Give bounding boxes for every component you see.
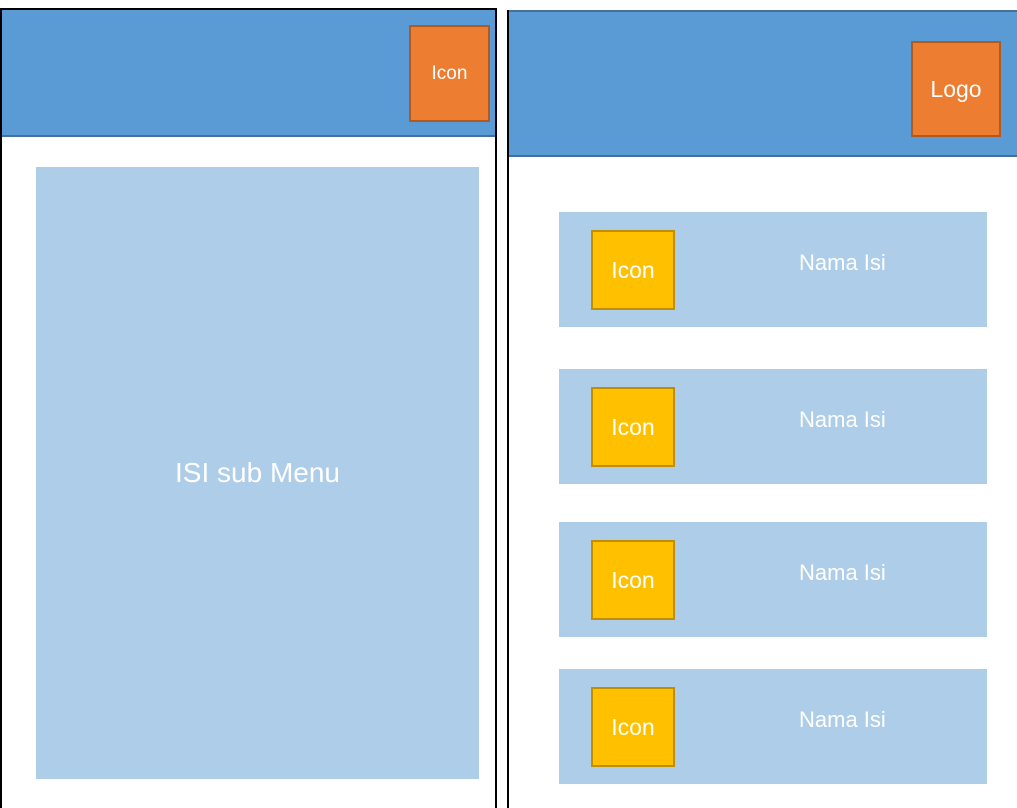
list-item-icon-label: Icon <box>611 256 655 283</box>
list-item-icon: Icon <box>591 387 675 467</box>
list-item[interactable]: Icon Nama Isi <box>559 212 987 327</box>
submenu-content-label: ISI sub Menu <box>175 457 340 488</box>
submenu-screen: Icon ISI sub Menu <box>0 8 497 808</box>
list-item-icon-label: Icon <box>611 413 655 440</box>
list-item-label: Nama Isi <box>799 250 886 275</box>
wireframe-canvas: Icon ISI sub Menu Logo Icon Nama Isi Ico… <box>0 0 1017 808</box>
submenu-header: Icon <box>2 10 495 137</box>
logo[interactable]: Logo <box>911 41 1001 137</box>
list-item-label: Nama Isi <box>799 560 886 585</box>
header-icon-label: Icon <box>431 62 468 84</box>
menu-list-header: Logo <box>509 10 1017 157</box>
menu-list-screen: Logo Icon Nama Isi Icon Nama Isi Icon Na… <box>507 10 1017 808</box>
list-item-icon-label: Icon <box>611 566 655 593</box>
list-item-icon: Icon <box>591 540 675 620</box>
list-item[interactable]: Icon Nama Isi <box>559 369 987 484</box>
list-item-label: Nama Isi <box>799 407 886 432</box>
list-item-label: Nama Isi <box>799 707 886 732</box>
list-item-icon-label: Icon <box>611 713 655 740</box>
header-icon-button[interactable]: Icon <box>409 25 490 122</box>
list-item[interactable]: Icon Nama Isi <box>559 522 987 637</box>
list-item-icon: Icon <box>591 687 675 767</box>
submenu-content-area: ISI sub Menu <box>36 167 479 779</box>
list-item-icon: Icon <box>591 230 675 310</box>
list-item[interactable]: Icon Nama Isi <box>559 669 987 784</box>
logo-label: Logo <box>930 75 982 102</box>
